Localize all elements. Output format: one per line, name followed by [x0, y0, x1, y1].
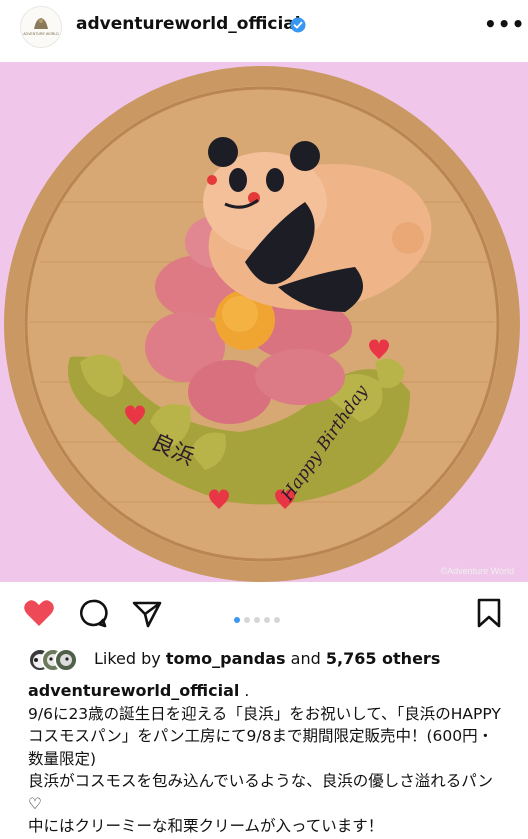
likes-prefix: Liked by: [94, 649, 166, 668]
carousel-dot-1: [234, 617, 240, 623]
carousel-dot-5: [274, 617, 280, 623]
caption-line-3: 中にはクリーミーな和栗クリームが入っています！: [28, 817, 384, 835]
caption-username[interactable]: adventureworld_official: [28, 681, 239, 700]
carousel-dot-2: [244, 617, 250, 623]
carousel-dot-3: [254, 617, 260, 623]
photo-illustration: 良浜 Happy Birthday: [0, 62, 528, 582]
avatar-text: ADVENTURE WORLD: [23, 32, 59, 36]
verified-badge-icon: [290, 17, 306, 33]
caption-suffix: .: [239, 682, 250, 700]
share-icon[interactable]: [130, 596, 164, 630]
caption-line-1: 9/6に23歳の誕生日を迎える「良浜」をお祝いして、「良浜のHAPPY コスモス…: [28, 704, 506, 768]
likes-text: Liked by tomo_pandas and 5,765 others: [94, 649, 440, 668]
likes-middle: and: [285, 649, 326, 668]
liker-username[interactable]: tomo_pandas: [166, 649, 286, 668]
carousel-dots: [234, 608, 284, 627]
photo-watermark: ©Adventure World: [440, 566, 515, 576]
bookmark-icon[interactable]: [472, 596, 506, 630]
comment-icon[interactable]: [76, 596, 110, 630]
post-username[interactable]: adventureworld_official: [76, 14, 301, 34]
liker-avatar-3: [54, 648, 78, 672]
likes-count[interactable]: 5,765 others: [326, 649, 440, 668]
post-header: ADVENTURE WORLD adventureworld_official …: [0, 0, 528, 58]
more-options-icon[interactable]: •••: [484, 12, 525, 36]
post-photo[interactable]: 良浜 Happy Birthday ©Adventure World: [0, 62, 528, 582]
like-heart-icon[interactable]: [22, 596, 56, 630]
account-avatar[interactable]: ADVENTURE WORLD: [20, 6, 62, 48]
avatar-logo-icon: ADVENTURE WORLD: [21, 7, 61, 47]
liker-avatars[interactable]: [28, 648, 88, 672]
caption: adventureworld_official . 9/6に23歳の誕生日を迎え…: [28, 680, 506, 838]
carousel-dot-4: [264, 617, 270, 623]
caption-line-2: 良浜がコスモスを包み込んでいるような、良浜の優しさ溢れるパン♡: [28, 772, 494, 813]
action-bar: [0, 592, 528, 638]
